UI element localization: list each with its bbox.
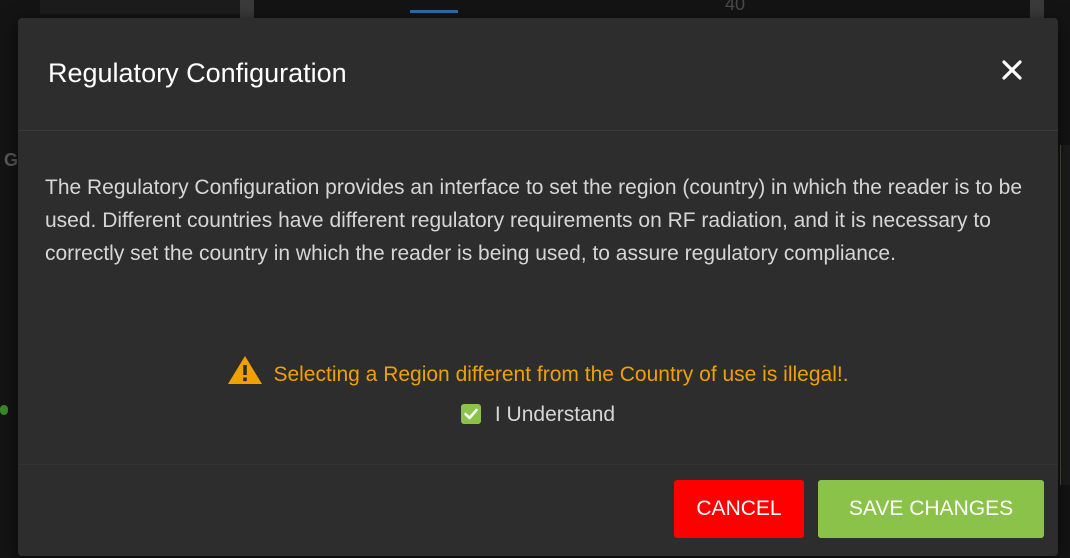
- check-icon: [464, 408, 478, 420]
- background-scroll-handle: [240, 0, 254, 18]
- warning-triangle-icon: [228, 356, 263, 384]
- background-value: 40: [725, 0, 746, 14]
- modal-header: Regulatory Configuration: [18, 18, 1058, 131]
- warning-message: Selecting a Region different from the Co…: [18, 355, 1058, 389]
- close-icon: [1002, 60, 1022, 80]
- save-changes-button[interactable]: SAVE CHANGES: [818, 480, 1044, 538]
- modal-title: Regulatory Configuration: [48, 58, 347, 88]
- background-scroll-handle-right: [1030, 0, 1044, 18]
- description-text: The Regulatory Configuration provides an…: [45, 176, 1023, 265]
- modal-footer: CANCEL SAVE CHANGES: [18, 464, 1058, 557]
- understand-label[interactable]: I Understand: [495, 403, 615, 426]
- regulatory-modal: Regulatory Configuration The Regulatory …: [18, 18, 1058, 556]
- background-status-dot: [0, 405, 8, 415]
- close-button[interactable]: [994, 52, 1030, 88]
- background-indicator: [410, 10, 458, 13]
- background-side-panel: [1060, 145, 1070, 485]
- warning-text: Selecting a Region different from the Co…: [273, 363, 849, 386]
- cancel-button[interactable]: CANCEL: [674, 480, 804, 538]
- acknowledge-row: I Understand: [18, 401, 1058, 429]
- modal-body: The Regulatory Configuration provides an…: [18, 131, 1058, 464]
- background-letter: G: [4, 150, 19, 170]
- understand-checkbox[interactable]: [460, 404, 481, 424]
- background-panel: [40, 0, 240, 14]
